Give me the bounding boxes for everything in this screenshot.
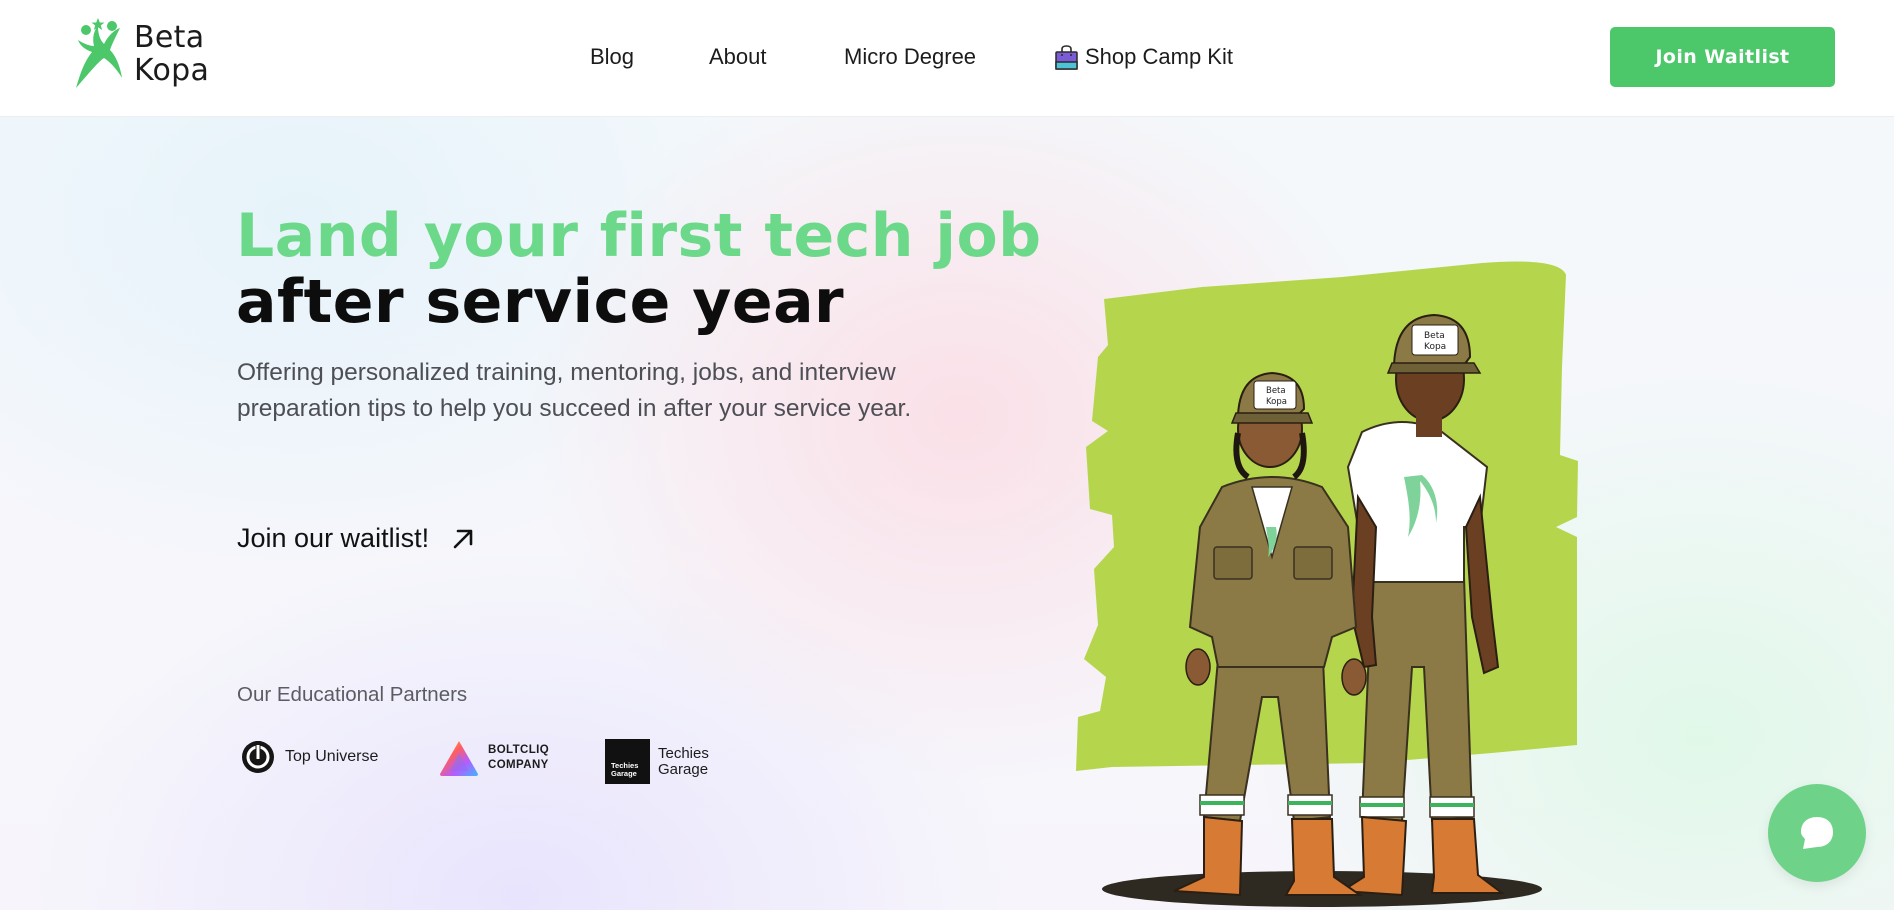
woman-cap-text-2: Kopa (1266, 397, 1287, 407)
hero-headline: Land your first tech job after service y… (236, 201, 1042, 337)
partner-boltcliq-label: BOLTCLIQ COMPANY (488, 743, 549, 773)
hero-subtext: Offering personalized training, mentorin… (237, 359, 912, 422)
top-universe-logo-icon (242, 741, 274, 773)
join-waitlist-button[interactable]: Join Waitlist (1610, 27, 1835, 87)
chat-widget-button[interactable] (1768, 784, 1866, 882)
techies-garage-logo-icon: Techies Garage (605, 739, 650, 784)
partner-techies-label: Techies Garage (658, 744, 709, 778)
beta-kopa-logo-icon (76, 18, 122, 88)
man-cap-text-1: Beta (1424, 331, 1445, 341)
techies-line1: Techies (658, 744, 709, 762)
boltcliq-line2: COMPANY (488, 759, 549, 771)
nav-item-about[interactable]: About (709, 44, 767, 70)
man-cap-text-2: Kopa (1424, 342, 1446, 352)
join-waitlist-link[interactable]: Join our waitlist! (237, 523, 477, 554)
brand-line1: Beta (134, 20, 205, 55)
shopping-bag-icon (1055, 44, 1078, 70)
nav-item-shop-camp-kit[interactable]: Shop Camp Kit (1054, 44, 1233, 70)
boltcliq-line1: BOLTCLIQ (488, 744, 550, 756)
partner-techies-garage: Techies Garage Techies Garage (605, 739, 709, 784)
partner-top-universe-label: Top Universe (285, 748, 379, 765)
partner-boltcliq: BOLTCLIQ COMPANY (438, 739, 549, 777)
hero-section: Land your first tech job after service y… (0, 117, 1894, 910)
arrow-up-right-icon (453, 529, 473, 548)
brand-line2: Kopa (134, 53, 210, 88)
join-waitlist-link-label: Join our waitlist! (237, 523, 430, 553)
boltcliq-logo-icon (440, 741, 478, 776)
headline-accent: Land your first tech job (236, 201, 1042, 271)
chat-bubble-icon (1801, 817, 1833, 849)
brand-logo[interactable]: Beta Kopa (62, 16, 222, 92)
techies-box-line2: Garage (611, 769, 637, 778)
woman-cap-text-1: Beta (1266, 386, 1286, 396)
brand-wordmark: Beta Kopa (134, 21, 209, 87)
nav-item-shop-label: Shop Camp Kit (1085, 44, 1233, 69)
partner-top-universe: Top Universe (240, 739, 378, 775)
partners-title: Our Educational Partners (237, 683, 468, 706)
techies-line2: Garage (658, 760, 709, 778)
nav-item-micro-degree[interactable]: Micro Degree (844, 44, 976, 70)
nav-item-blog[interactable]: Blog (590, 44, 634, 70)
corps-members-illustration: Beta Kopa Beta Kopa (1076, 261, 1578, 907)
site-header: Beta Kopa Blog About Micro Degree Shop C… (0, 0, 1894, 117)
headline-main: after service year (236, 267, 845, 337)
